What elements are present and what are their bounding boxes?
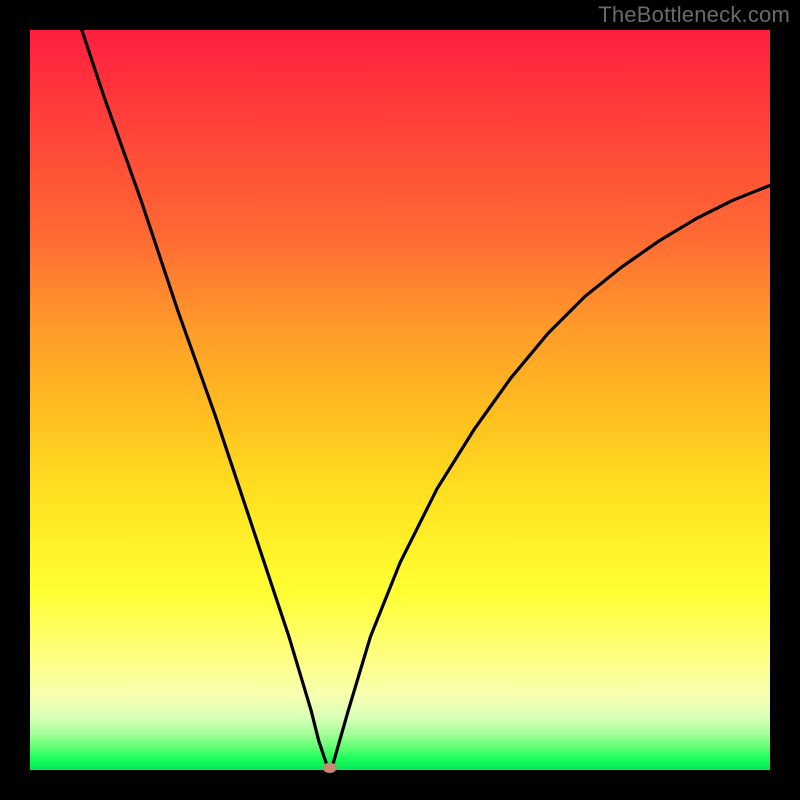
minimum-marker xyxy=(323,763,337,773)
bottleneck-curve xyxy=(82,30,770,768)
plot-area xyxy=(30,30,770,770)
watermark-text: TheBottleneck.com xyxy=(598,2,790,28)
bottleneck-curve-svg xyxy=(30,30,770,770)
chart-frame: TheBottleneck.com xyxy=(0,0,800,800)
